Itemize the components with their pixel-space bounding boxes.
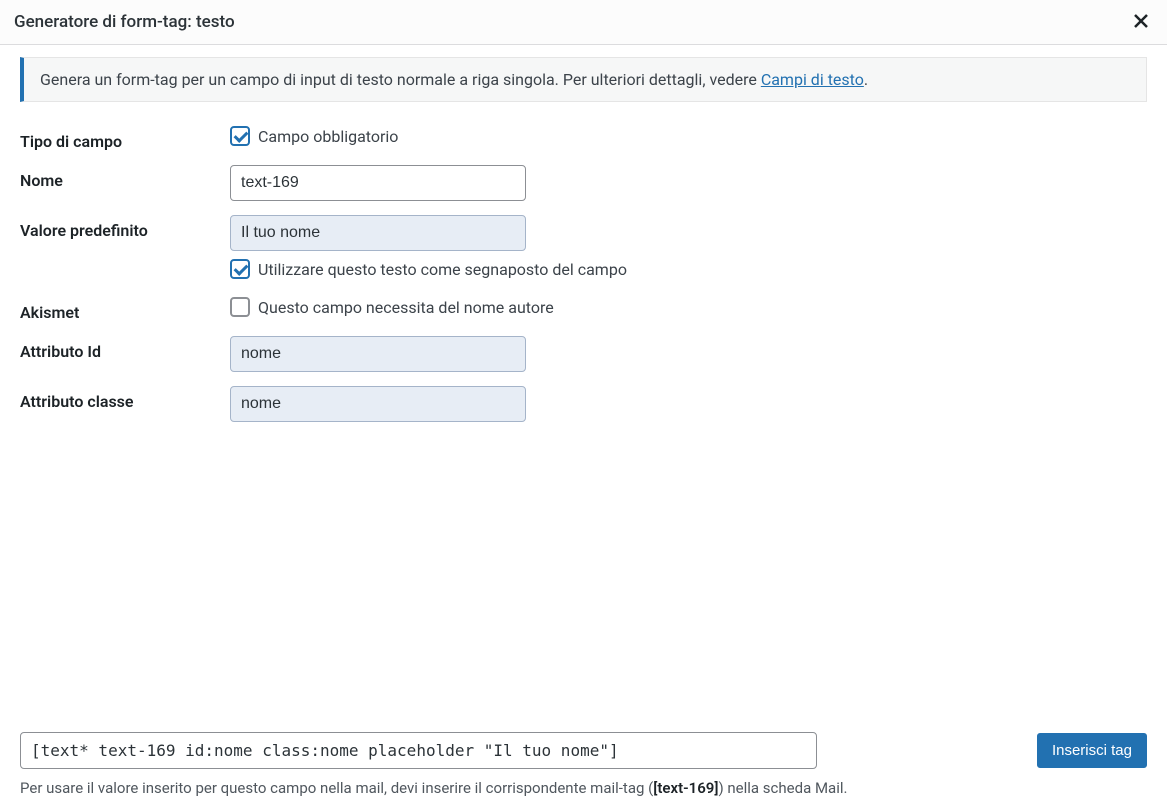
insert-tag-button[interactable]: Inserisci tag <box>1037 733 1147 768</box>
dialog-footer: Inserisci tag Per usare il valore inseri… <box>0 716 1167 809</box>
default-value-input[interactable] <box>230 215 526 251</box>
row-field-type: Tipo di campo Campo obbligatorio <box>20 122 1147 151</box>
tag-output[interactable] <box>20 732 817 769</box>
info-banner: Genera un form-tag per un campo di input… <box>20 57 1147 102</box>
row-akismet: Akismet Questo campo necessita del nome … <box>20 293 1147 322</box>
banner-link[interactable]: Campi di testo <box>761 70 864 89</box>
dialog-body: Genera un form-tag per un campo di input… <box>0 57 1167 422</box>
label-default-value: Valore predefinito <box>20 211 230 240</box>
banner-text-after: . <box>864 70 868 89</box>
required-checkbox-label[interactable]: Campo obbligatorio <box>258 127 398 146</box>
hint-mailtag: [text-169] <box>653 779 718 797</box>
label-akismet: Akismet <box>20 293 230 322</box>
row-default-value: Valore predefinito Utilizzare questo tes… <box>20 211 1147 283</box>
form-table: Tipo di campo Campo obbligatorio Nome Va… <box>20 122 1147 422</box>
label-field-type: Tipo di campo <box>20 122 230 151</box>
close-icon[interactable] <box>1129 8 1153 36</box>
hint-after: ) nella scheda Mail. <box>718 779 847 797</box>
label-id-attr: Attributo Id <box>20 332 230 361</box>
dialog-header: Generatore di form-tag: testo <box>0 0 1167 45</box>
row-class-attr: Attributo classe <box>20 382 1147 422</box>
class-attr-input[interactable] <box>230 386 526 422</box>
placeholder-checkbox[interactable] <box>230 259 250 279</box>
placeholder-checkbox-label[interactable]: Utilizzare questo testo come segnaposto … <box>258 260 627 279</box>
name-input[interactable] <box>230 165 526 201</box>
banner-text-before: Genera un form-tag per un campo di input… <box>40 70 761 89</box>
hint-before: Per usare il valore inserito per questo … <box>20 779 653 797</box>
row-id-attr: Attributo Id <box>20 332 1147 372</box>
row-name: Nome <box>20 161 1147 201</box>
akismet-checkbox[interactable] <box>230 297 250 317</box>
label-class-attr: Attributo classe <box>20 382 230 411</box>
akismet-checkbox-label[interactable]: Questo campo necessita del nome autore <box>258 298 554 317</box>
required-checkbox[interactable] <box>230 126 250 146</box>
footer-hint: Per usare il valore inserito per questo … <box>20 779 1147 797</box>
label-name: Nome <box>20 161 230 190</box>
id-attr-input[interactable] <box>230 336 526 372</box>
dialog-title: Generatore di form-tag: testo <box>14 12 235 32</box>
